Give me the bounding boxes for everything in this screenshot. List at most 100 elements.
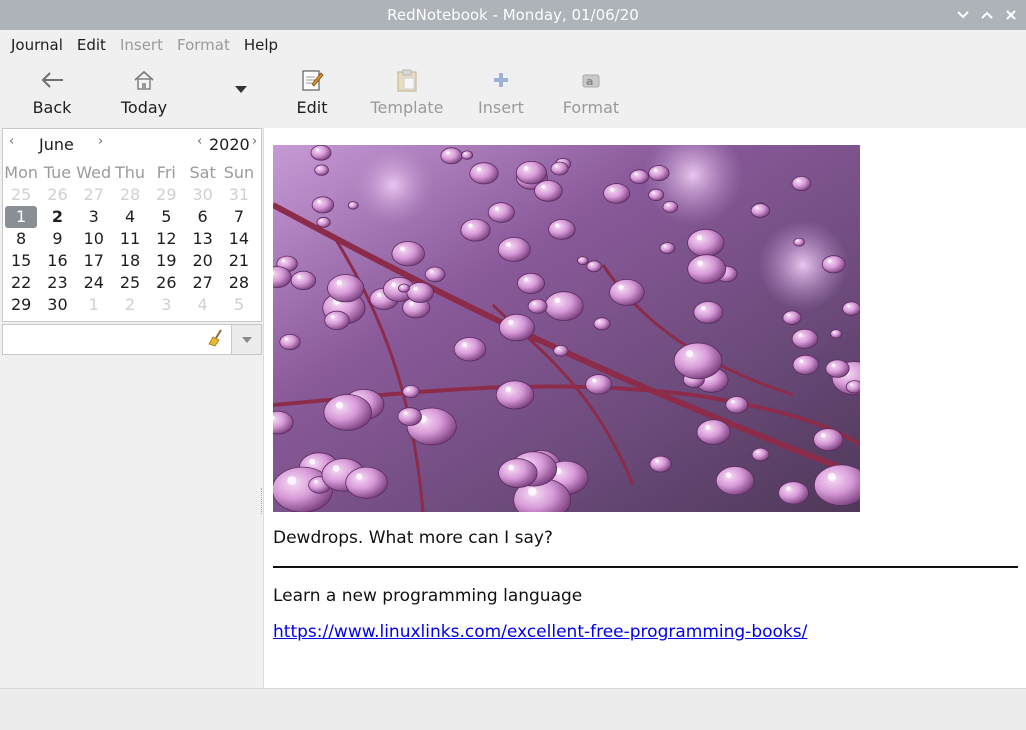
calendar-day[interactable]: 26 — [148, 272, 184, 294]
menu-help[interactable]: Help — [237, 36, 285, 54]
today-label: Today — [120, 98, 168, 117]
calendar-grid: Mon Tue Wed Thu Fri Sat Sun 25 26 27 28 29 30 31 1 2 3 4 5… — [3, 162, 261, 316]
calendar-weekday: Sun — [223, 163, 255, 182]
calendar-day[interactable]: 13 — [184, 228, 220, 250]
calendar-day[interactable]: 27 — [184, 272, 220, 294]
calendar-day[interactable]: 25 — [112, 272, 148, 294]
menu-edit[interactable]: Edit — [70, 36, 113, 54]
calendar-day[interactable]: 22 — [3, 272, 39, 294]
calendar-week-row: 1234567 — [3, 206, 261, 228]
calendar-day[interactable]: 28 — [221, 272, 257, 294]
calendar-day[interactable]: 3 — [76, 206, 112, 228]
calendar-day[interactable]: 4 — [112, 206, 148, 228]
edit-button[interactable]: Edit — [285, 66, 339, 124]
search-dropdown-button[interactable] — [232, 324, 262, 355]
minimize-button[interactable] — [954, 6, 972, 24]
prev-month-button[interactable]: ‹ — [9, 134, 14, 149]
calendar-day[interactable]: 23 — [39, 272, 75, 294]
menu-bar: Journal Edit Insert Format Help — [0, 30, 1026, 60]
menu-journal[interactable]: Journal — [4, 36, 70, 54]
calendar-weekday: Thu — [115, 163, 146, 182]
calendar-day[interactable]: 11 — [112, 228, 148, 250]
horizontal-rule — [273, 566, 1018, 568]
calendar-day[interactable]: 30 — [39, 294, 75, 316]
next-year-button[interactable]: › — [252, 134, 257, 149]
insert-label: Insert — [478, 98, 524, 117]
calendar-month: June — [39, 135, 74, 154]
calendar-day[interactable]: 4 — [184, 294, 220, 316]
template-button[interactable]: Template — [370, 66, 444, 124]
calendar-day[interactable]: 19 — [148, 250, 184, 272]
calendar-day[interactable]: 8 — [3, 228, 39, 250]
insert-button[interactable]: Insert — [474, 66, 528, 124]
calendar-day[interactable]: 27 — [76, 184, 112, 206]
calendar-day[interactable]: 1 — [76, 294, 112, 316]
search-row — [2, 324, 262, 355]
calendar-day[interactable]: 31 — [221, 184, 257, 206]
calendar-weekday: Sat — [189, 163, 216, 182]
maximize-button[interactable] — [978, 6, 996, 24]
calendar-week-row: 29 30 1 2 3 4 5 — [3, 294, 261, 316]
plus-icon — [492, 66, 510, 94]
pencil-paper-icon — [300, 66, 324, 94]
window-title: RedNotebook - Monday, 01/06/20 — [387, 6, 639, 24]
calendar-day[interactable]: 18 — [112, 250, 148, 272]
chevron-up-icon — [981, 11, 993, 19]
calendar-day[interactable]: 12 — [148, 228, 184, 250]
format-text-icon: a — [580, 66, 602, 94]
calendar-day[interactable]: 24 — [76, 272, 112, 294]
calendar-week-row: 22 23 24 25 26 27 28 — [3, 272, 261, 294]
calendar-week-row: 25 26 27 28 29 30 31 — [3, 184, 261, 206]
format-label: Format — [562, 98, 620, 117]
next-month-button[interactable]: › — [98, 134, 103, 149]
calendar-day[interactable]: 2 — [39, 206, 75, 228]
calendar-day[interactable]: 15 — [3, 250, 39, 272]
calendar-day[interactable]: 29 — [148, 184, 184, 206]
edit-label: Edit — [296, 98, 328, 117]
search-input[interactable] — [2, 324, 232, 355]
calendar-day[interactable]: 2 — [112, 294, 148, 316]
calendar-day[interactable]: 1 — [5, 206, 38, 228]
calendar-day[interactable]: 30 — [184, 184, 220, 206]
chevron-down-icon — [957, 11, 969, 19]
calendar-week-row: 15 16 17 18 19 20 21 — [3, 250, 261, 272]
menu-insert[interactable]: Insert — [113, 36, 170, 54]
calendar-day[interactable]: 29 — [3, 294, 39, 316]
calendar-day[interactable]: 16 — [39, 250, 75, 272]
calendar-day[interactable]: 28 — [112, 184, 148, 206]
calendar-day[interactable]: 7 — [221, 206, 257, 228]
title-bar: RedNotebook - Monday, 01/06/20 — [0, 0, 1026, 30]
entry-heading: Learn a new programming language — [273, 586, 583, 606]
calendar-day[interactable]: 21 — [221, 250, 257, 272]
menu-format[interactable]: Format — [170, 36, 237, 54]
back-button[interactable]: Back — [22, 66, 82, 124]
calendar-day[interactable]: 20 — [184, 250, 220, 272]
calendar-day[interactable]: 9 — [39, 228, 75, 250]
dewdrops-photo — [273, 145, 860, 512]
toolbar: Back Today Edit Template Insert a Format — [0, 60, 1026, 128]
format-button[interactable]: a Format — [561, 66, 621, 124]
prev-year-button[interactable]: ‹ — [197, 134, 202, 149]
calendar-day[interactable]: 26 — [39, 184, 75, 206]
caret-down-icon — [235, 86, 247, 93]
calendar-weekday-row: Mon Tue Wed Thu Fri Sat Sun — [3, 162, 261, 184]
calendar-day[interactable]: 10 — [76, 228, 112, 250]
home-icon — [132, 66, 156, 94]
today-button[interactable]: Today — [114, 66, 174, 124]
close-icon — [1006, 10, 1016, 20]
entry-link[interactable]: https://www.linuxlinks.com/excellent-fre… — [273, 622, 807, 642]
calendar-day[interactable]: 14 — [221, 228, 257, 250]
calendar-week-row: 8 9 10 11 12 13 14 — [3, 228, 261, 250]
close-button[interactable] — [1002, 6, 1020, 24]
clear-search-icon[interactable] — [208, 329, 224, 351]
calendar-day[interactable]: 5 — [148, 206, 184, 228]
calendar-day[interactable]: 17 — [76, 250, 112, 272]
calendar-day[interactable]: 5 — [221, 294, 257, 316]
calendar-day[interactable]: 25 — [3, 184, 39, 206]
caret-down-icon — [241, 336, 252, 343]
calendar-day[interactable]: 6 — [184, 206, 220, 228]
status-bar — [0, 688, 1026, 730]
calendar-weekday: Fri — [156, 163, 176, 182]
calendar-day[interactable]: 3 — [148, 294, 184, 316]
calendar-header: ‹ June › ‹ 2020 › — [3, 129, 261, 159]
